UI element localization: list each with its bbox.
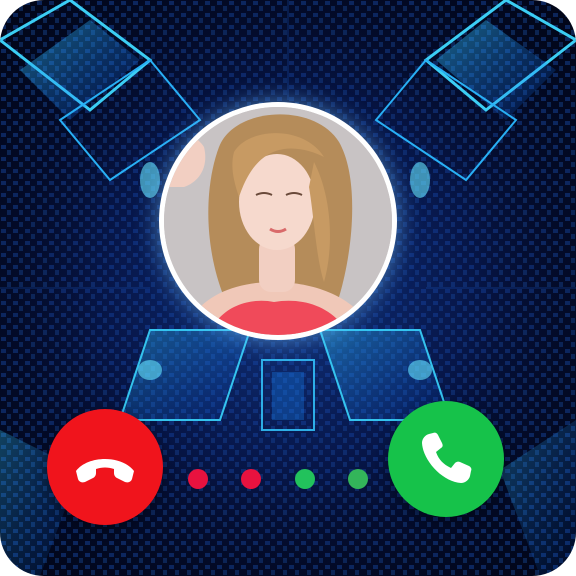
phone-hangup-icon: [76, 459, 134, 483]
caller-avatar: [164, 107, 392, 335]
indicator-dot-2: [241, 469, 261, 489]
indicator-dot-4: [348, 469, 368, 489]
caller-photo: [164, 107, 392, 335]
accept-call-button[interactable]: [388, 401, 504, 517]
indicator-dot-3: [295, 469, 315, 489]
caller-avatar-frame: [159, 102, 397, 340]
indicator-dot-1: [188, 469, 208, 489]
incoming-call-screen: [0, 0, 576, 576]
decline-call-button[interactable]: [47, 409, 163, 525]
phone-icon: [422, 432, 472, 483]
